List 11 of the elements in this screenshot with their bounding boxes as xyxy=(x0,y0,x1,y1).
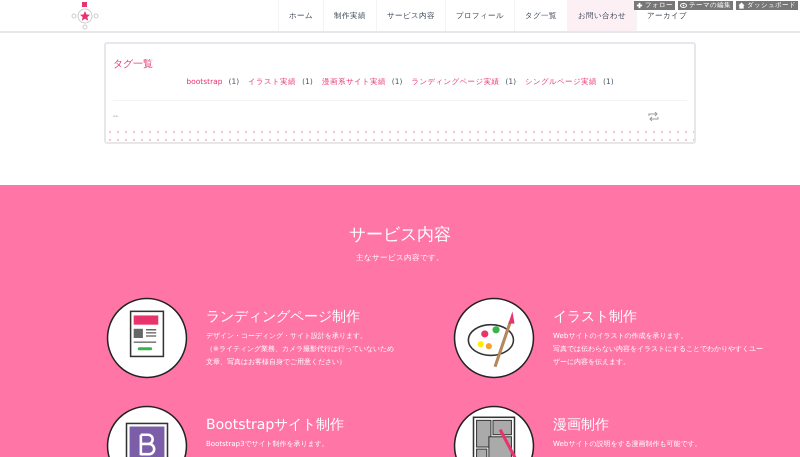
service-title: 漫画制作 xyxy=(553,416,610,435)
service-title: イラスト制作 xyxy=(553,308,638,327)
service-title: ランディングページ制作 xyxy=(206,308,361,327)
eye-icon xyxy=(680,2,687,9)
card-title: タグ一覧 xyxy=(113,58,154,72)
section-title: サービス内容 xyxy=(348,224,452,247)
repeat-icon[interactable] xyxy=(648,112,659,121)
plus-icon xyxy=(636,2,643,9)
star-logo-icon[interactable] xyxy=(70,0,100,30)
service-title: Bootstrapサイト制作 xyxy=(206,416,344,435)
home-icon xyxy=(738,2,745,9)
